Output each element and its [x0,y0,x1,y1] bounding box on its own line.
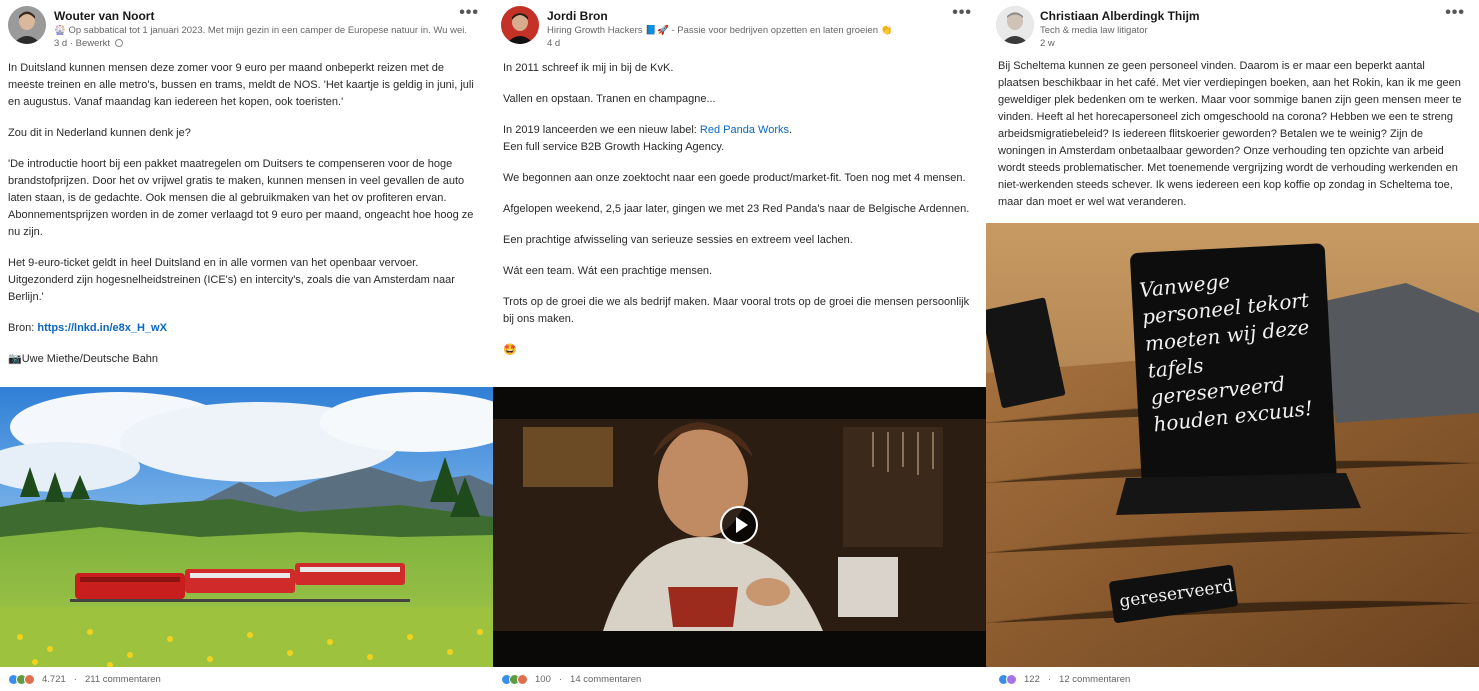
post-paragraph: In 2019 lanceerden we een nieuw label: R… [503,122,972,156]
author-name[interactable]: Wouter van Noort [54,9,154,23]
more-options-button[interactable]: ••• [1445,4,1465,22]
separator: · [1047,673,1052,685]
post-body: In 2011 schreef ik mij in bij de KvK. Va… [503,60,972,373]
avatar[interactable] [996,6,1034,44]
avatar[interactable] [8,6,46,44]
comment-count[interactable]: 211 commentaren [85,674,161,685]
author-headline: Tech & media law litigator [1040,25,1148,36]
post-paragraph: Het 9-euro-ticket geldt in heel Duitslan… [8,257,455,303]
source-label: Bron: [8,322,38,334]
post-paragraph: 'De introductie hoort bij een pakket maa… [8,158,474,238]
post-body: Bij Scheltema kunnen ze geen personeel v… [998,58,1465,211]
author-name[interactable]: Jordi Bron [547,9,608,23]
reaction-count[interactable]: 100 [535,674,551,685]
post-source: Bron: https://lnkd.in/e8x_H_wX [8,320,479,337]
sign-handwriting: Vanwege personeel tekort moeten wij deze… [1138,268,1314,437]
avatar[interactable] [501,6,539,44]
paragraph-text: In 2019 lanceerden we een nieuw label: [503,124,700,136]
love-icon [517,673,528,685]
social-counts: 100 · 14 commentaren [493,667,986,691]
support-icon [1006,673,1017,685]
post-header: Christiaan Alberdingk Thijm Tech & media… [986,0,1479,52]
post-paragraph: Afgelopen weekend, 2,5 jaar later, ginge… [503,203,970,215]
post-paragraph: Bij Scheltema kunnen ze geen personeel v… [998,60,1462,208]
post-paragraph: In 2011 schreef ik mij in bij de KvK. [503,62,674,74]
post-paragraph: Wát een team. Wát een prachtige mensen. [503,265,713,277]
post-paragraph: Een prachtige afwisseling van serieuze s… [503,234,853,246]
separator: · [73,673,77,685]
author-headline: Hiring Growth Hackers 📘🚀 - Passie voor b… [547,25,893,36]
more-options-button[interactable]: ••• [952,4,972,22]
photo-credit: 📷Uwe Miethe/Deutsche Bahn [8,353,159,365]
comment-count[interactable]: 12 commentaren [1059,674,1130,685]
timestamp-text: 3 d · Bewerkt [54,38,110,49]
reaction-icons[interactable] [8,673,35,685]
post-timestamp: 4 d [547,38,561,49]
post-video[interactable] [493,387,986,667]
post-card-christiaan: Christiaan Alberdingk Thijm Tech & media… [986,0,1479,691]
author-name[interactable]: Christiaan Alberdingk Thijm [1040,9,1200,23]
post-paragraph: We begonnen aan onze zoektocht naar een … [503,172,966,184]
red-panda-works-link[interactable]: Red Panda Works [700,124,789,136]
post-header: Wouter van Noort 🎡 Op sabbatical tot 1 j… [0,0,493,52]
post-paragraph: Zou dit in Nederland kunnen denk je? [8,127,191,139]
more-options-button[interactable]: ••• [459,4,479,22]
love-icon [24,673,35,685]
paragraph-text: . [789,124,793,136]
post-paragraph: In Duitsland kunnen mensen deze zomer vo… [8,62,474,108]
social-counts: 4.721 · 211 commentaren [0,667,493,691]
post-body: In Duitsland kunnen mensen deze zomer vo… [8,60,479,382]
post-header: Jordi Bron Hiring Growth Hackers 📘🚀 - Pa… [493,0,986,52]
post-card-jordi: Jordi Bron Hiring Growth Hackers 📘🚀 - Pa… [493,0,986,691]
reaction-icons[interactable] [998,673,1017,685]
post-image-reserved-sign[interactable]: Vanwege personeel tekort moeten wij deze… [986,223,1479,667]
post-paragraph: Vallen en opstaan. Tranen en champagne..… [503,93,716,105]
post-card-wouter: Wouter van Noort 🎡 Op sabbatical tot 1 j… [0,0,493,691]
post-timestamp: 2 w [1040,38,1055,49]
separator: · [558,673,563,685]
social-counts: 122 · 12 commentaren [986,667,1479,691]
reaction-count[interactable]: 122 [1024,674,1040,685]
globe-icon [114,39,123,47]
play-icon[interactable] [720,506,758,544]
comment-count[interactable]: 14 commentaren [570,674,641,685]
post-paragraph: 🤩 [503,344,517,356]
post-paragraph: Trots op de groei die we als bedrijf mak… [503,296,970,325]
post-image-train[interactable] [0,387,493,667]
paragraph-text: Een full service B2B Growth Hacking Agen… [503,141,725,153]
author-headline: 🎡 Op sabbatical tot 1 januari 2023. Met … [54,25,467,36]
reaction-icons[interactable] [501,673,528,685]
reaction-count[interactable]: 4.721 [42,674,66,685]
source-link[interactable]: https://lnkd.in/e8x_H_wX [37,322,167,334]
post-timestamp: 3 d · Bewerkt [54,38,123,49]
